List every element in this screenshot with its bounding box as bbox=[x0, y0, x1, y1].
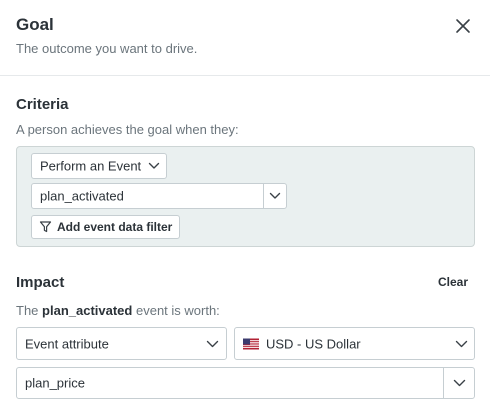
chevron-down-icon[interactable] bbox=[453, 379, 466, 387]
chevron-down-icon bbox=[206, 340, 219, 347]
impact-heading: Impact bbox=[16, 274, 65, 291]
page-title: Goal bbox=[16, 15, 54, 34]
combobox-divider bbox=[263, 184, 264, 208]
close-icon bbox=[456, 19, 470, 33]
add-event-data-filter-button[interactable]: Add event data filter bbox=[31, 215, 180, 239]
value-type-value: Event attribute bbox=[25, 336, 109, 351]
criteria-helper-text: A person achieves the goal when they: bbox=[16, 122, 239, 137]
currency-select[interactable]: USD - US Dollar bbox=[234, 327, 475, 360]
attribute-value: plan_price bbox=[25, 375, 85, 391]
us-flag-icon bbox=[243, 338, 259, 349]
impact-helper-suffix: event is worth: bbox=[135, 303, 220, 318]
impact-helper-event: plan_activated bbox=[42, 303, 133, 318]
event-name-value: plan_activated bbox=[40, 188, 124, 204]
criteria-panel: Perform an Event plan_activated Add even… bbox=[16, 146, 475, 247]
action-type-select[interactable]: Perform an Event bbox=[31, 153, 167, 179]
chevron-down-icon bbox=[455, 340, 468, 347]
action-type-value: Perform an Event bbox=[40, 158, 142, 174]
filter-icon bbox=[39, 221, 52, 233]
currency-value: USD - US Dollar bbox=[266, 336, 361, 351]
panel-header: Goal The outcome you want to drive. bbox=[0, 0, 490, 76]
clear-link[interactable]: Clear bbox=[438, 275, 468, 289]
add-filter-label: Add event data filter bbox=[57, 220, 173, 234]
close-button[interactable] bbox=[452, 15, 474, 37]
attribute-combobox[interactable]: plan_price bbox=[16, 367, 475, 399]
criteria-heading: Criteria bbox=[16, 96, 69, 113]
impact-helper-prefix: The bbox=[16, 303, 39, 318]
page-subtitle: The outcome you want to drive. bbox=[16, 41, 198, 56]
chevron-down-icon[interactable] bbox=[269, 192, 281, 200]
impact-helper-text: The plan_activated event is worth: bbox=[16, 303, 220, 318]
chevron-down-icon bbox=[148, 162, 160, 169]
combobox-divider bbox=[443, 368, 444, 398]
value-type-select[interactable]: Event attribute bbox=[16, 327, 227, 360]
event-name-combobox[interactable]: plan_activated bbox=[31, 183, 287, 209]
